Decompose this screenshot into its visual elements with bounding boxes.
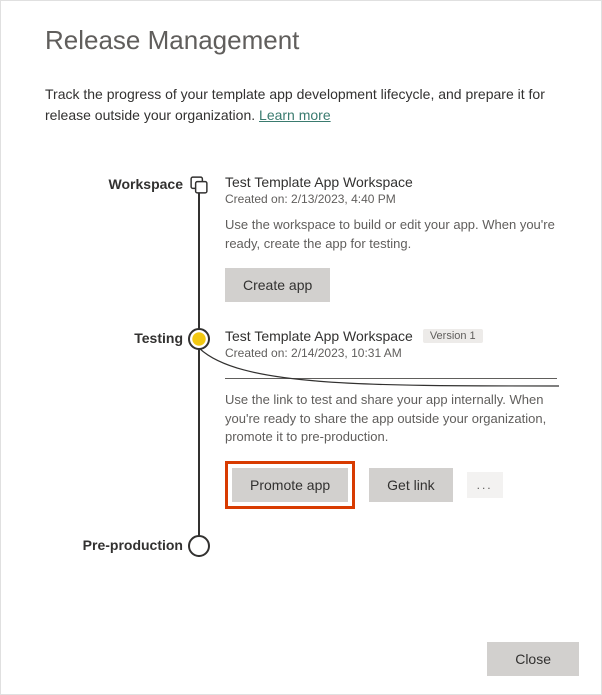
get-link-button[interactable]: Get link	[369, 468, 452, 502]
stage-preproduction-label: Pre-production	[45, 535, 183, 553]
release-timeline: Workspace Test Template App Workspace Cr…	[45, 174, 557, 557]
stage-testing: Testing Test Template App Workspace Vers…	[45, 328, 557, 510]
stage-testing-desc: Use the link to test and share your app …	[225, 391, 557, 448]
stage-testing-title: Test Template App Workspace	[225, 328, 413, 344]
stage-workspace-desc: Use the workspace to build or edit your …	[225, 216, 557, 254]
stage-workspace-title: Test Template App Workspace	[225, 174, 557, 190]
page-title: Release Management	[45, 25, 557, 56]
create-app-button[interactable]: Create app	[225, 268, 330, 302]
stage-workspace-created: Created on: 2/13/2023, 4:40 PM	[225, 192, 557, 206]
promote-app-button[interactable]: Promote app	[232, 468, 348, 502]
stage-workspace-label: Workspace	[45, 174, 183, 192]
stage-preproduction: Pre-production	[45, 535, 557, 557]
learn-more-link[interactable]: Learn more	[259, 107, 331, 123]
version-badge: Version 1	[423, 329, 483, 343]
workspace-icon	[190, 176, 208, 194]
close-button[interactable]: Close	[487, 642, 579, 676]
stage-preproduction-node	[188, 535, 210, 557]
stage-testing-label: Testing	[45, 328, 183, 346]
stage-testing-node	[188, 328, 210, 350]
stage-workspace: Workspace Test Template App Workspace Cr…	[45, 174, 557, 302]
stage-divider	[225, 378, 557, 379]
more-options-button[interactable]: ...	[467, 472, 503, 498]
promote-highlight: Promote app	[225, 461, 355, 509]
stage-testing-created: Created on: 2/14/2023, 10:31 AM	[225, 346, 557, 360]
intro-text: Track the progress of your template app …	[45, 84, 557, 126]
